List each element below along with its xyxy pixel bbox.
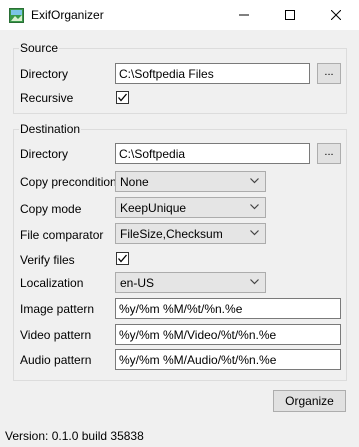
close-button[interactable] — [313, 0, 359, 30]
audio-pattern-label: Audio pattern — [20, 353, 92, 367]
source-directory-label: Directory — [20, 67, 69, 81]
image-pattern-input[interactable]: %y/%m %M/%t/%n.%e — [115, 298, 341, 319]
file-comparator-select[interactable]: FileSize,Checksum — [115, 223, 266, 244]
destination-browse-button[interactable]: ... — [317, 143, 341, 164]
copy-mode-select[interactable]: KeepUnique — [115, 197, 266, 218]
verify-files-checkbox[interactable] — [116, 252, 129, 265]
file-comparator-value: FileSize,Checksum — [120, 227, 223, 241]
organize-button[interactable]: Organize — [273, 390, 346, 412]
checkmark-icon — [118, 93, 127, 102]
video-pattern-label: Video pattern — [20, 328, 92, 342]
source-browse-button[interactable]: ... — [317, 63, 341, 84]
audio-pattern-input[interactable]: %y/%m %M/Audio/%t/%n.%e — [115, 349, 341, 370]
destination-group-label: Destination — [19, 122, 82, 136]
copy-mode-label: Copy mode — [20, 202, 82, 216]
recursive-label: Recursive — [20, 91, 74, 105]
minimize-button[interactable] — [221, 0, 267, 30]
source-group-label: Source — [19, 41, 60, 55]
copy-precondition-value: None — [120, 175, 149, 189]
chevron-down-icon — [250, 178, 259, 184]
chevron-down-icon — [250, 204, 259, 210]
video-pattern-input[interactable]: %y/%m %M/Video/%t/%n.%e — [115, 324, 341, 345]
copy-mode-value: KeepUnique — [120, 201, 187, 215]
destination-directory-input[interactable]: C:\Softpedia — [115, 143, 310, 164]
version-status: Version: 0.1.0 build 35838 — [5, 429, 144, 443]
copy-precondition-label: Copy precondition — [20, 175, 117, 189]
localization-select[interactable]: en-US — [115, 272, 266, 293]
chevron-down-icon — [250, 230, 259, 236]
file-comparator-label: File comparator — [20, 228, 104, 242]
source-directory-input[interactable]: C:\Softpedia Files — [115, 63, 310, 84]
image-pattern-label: Image pattern — [20, 302, 95, 316]
destination-directory-label: Directory — [20, 147, 69, 161]
localization-label: Localization — [20, 276, 84, 290]
minimize-icon — [239, 14, 249, 16]
chevron-down-icon — [250, 279, 259, 285]
close-icon — [331, 10, 341, 20]
verify-files-label: Verify files — [20, 253, 75, 267]
copy-precondition-select[interactable]: None — [115, 171, 266, 192]
app-icon — [9, 8, 24, 23]
recursive-checkbox[interactable] — [116, 91, 129, 104]
title-bar[interactable]: ExifOrganizer — [0, 0, 359, 30]
maximize-button[interactable] — [267, 0, 313, 30]
window-title: ExifOrganizer — [31, 8, 104, 22]
localization-value: en-US — [120, 276, 155, 290]
checkmark-icon — [118, 254, 127, 263]
maximize-icon — [285, 10, 295, 20]
